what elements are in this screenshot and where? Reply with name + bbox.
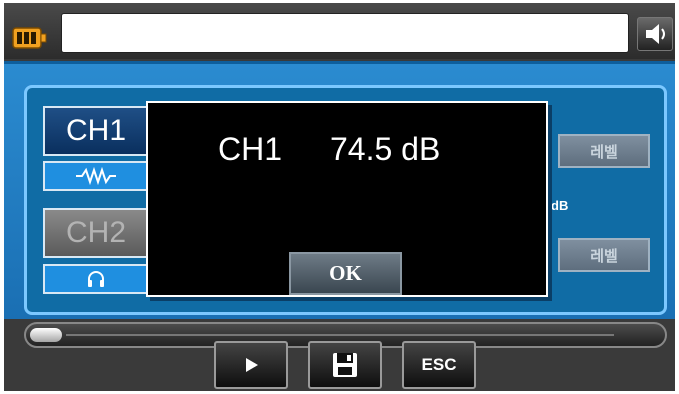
measurement-dialog: CH1 74.5 dB OK xyxy=(146,101,548,297)
speaker-icon xyxy=(646,24,665,44)
ch1-button[interactable]: CH1 xyxy=(43,106,149,156)
waveform-icon xyxy=(76,167,116,185)
progress-groove xyxy=(66,334,614,336)
ch2-button[interactable]: CH2 xyxy=(43,208,149,258)
esc-button[interactable]: ESC xyxy=(402,341,476,389)
dialog-value: 74.5 dB xyxy=(330,131,441,167)
app-window: CH1 CH2 레벨 dB 레벨 ESC CH1 74.5 dB OK xyxy=(4,3,675,391)
progress-thumb[interactable] xyxy=(30,328,62,342)
play-button[interactable] xyxy=(214,341,288,389)
title-field[interactable] xyxy=(61,13,629,53)
ch2-mode-button[interactable] xyxy=(43,264,149,294)
level-button-ch1[interactable]: 레벨 xyxy=(558,134,650,168)
headphone-icon xyxy=(88,271,104,287)
battery-icon xyxy=(12,27,47,49)
db-unit-label: dB xyxy=(551,198,569,213)
play-icon xyxy=(246,358,258,372)
dialog-channel: CH1 xyxy=(218,131,283,167)
ch1-mode-button[interactable] xyxy=(43,161,149,191)
top-bar xyxy=(4,3,675,59)
level-button-ch2[interactable]: 레벨 xyxy=(558,238,650,272)
save-button[interactable] xyxy=(308,341,382,389)
speaker-button[interactable] xyxy=(637,17,673,51)
floppy-disk-icon xyxy=(333,353,357,377)
ok-button[interactable]: OK xyxy=(289,252,402,295)
